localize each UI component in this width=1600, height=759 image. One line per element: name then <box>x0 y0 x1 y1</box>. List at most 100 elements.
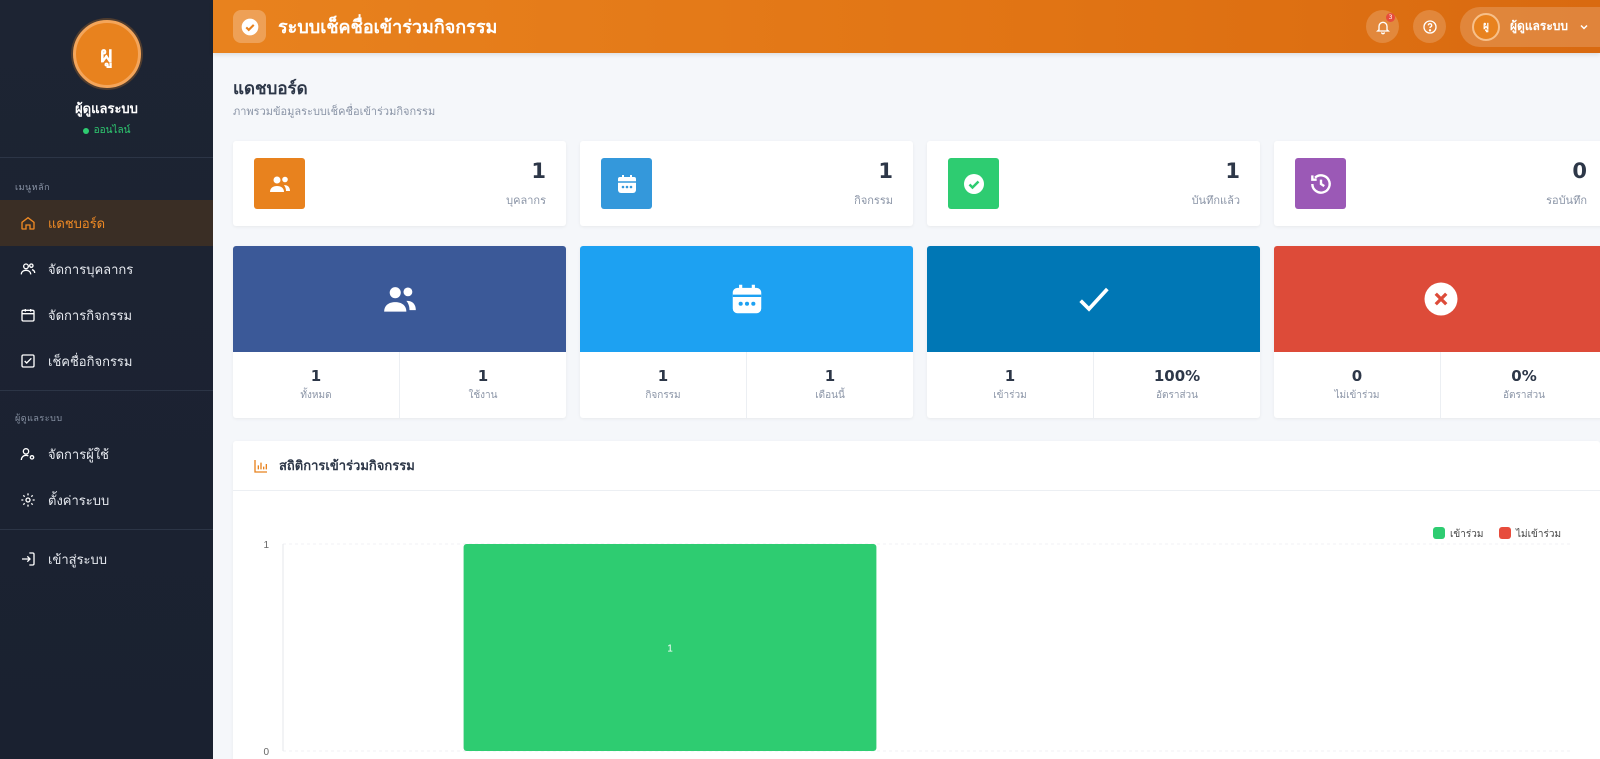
stat-label: บันทึกแล้ว <box>1191 194 1240 207</box>
login-icon <box>22 552 35 566</box>
stat-card-activities: 1 กิจกรรม <box>580 141 913 226</box>
sidebar-item-personnel[interactable]: จัดการบุคลากร <box>0 246 213 292</box>
section-label-admin: ผู้ดูแลระบบ <box>15 414 63 424</box>
user-cog-icon <box>20 448 35 461</box>
stat-value: 1 <box>824 367 836 385</box>
stat-card-personnel: 1 บุคลากร <box>233 141 566 226</box>
sidebar-item-login[interactable]: เข้าสู่ระบบ <box>0 536 213 582</box>
card-stats: 1 ทั้งหมด 1 ใช้งาน <box>233 352 566 418</box>
status-label: ออนไลน์ <box>93 125 131 136</box>
card-stats: 1 เข้าร่วม 100% อัตราส่วน <box>927 352 1260 418</box>
app-title: ระบบเช็คชื่อเข้าร่วมกิจกรรม <box>278 17 498 38</box>
sidebar-item-label: ตั้งค่าระบบ <box>48 493 110 509</box>
check-icon <box>1078 287 1109 312</box>
sidebar-item-users[interactable]: จัดการผู้ใช้ <box>0 431 213 477</box>
section-label-main: เมนูหลัก <box>15 183 51 193</box>
stat-label: กิจกรรม <box>854 194 893 207</box>
legend-label: เข้าร่วม <box>1450 528 1483 540</box>
card-stat-right: 100% อัตราส่วน <box>1093 352 1260 418</box>
stat-value: 0 <box>1351 367 1363 385</box>
sidebar-item-dashboard[interactable]: แดชบอร์ด <box>0 200 213 246</box>
user-name: ผู้ดูแลระบบ <box>1510 19 1569 33</box>
x-circle-icon <box>1424 282 1457 316</box>
sidebar-item-settings[interactable]: ตั้งค่าระบบ <box>0 477 213 523</box>
sidebar-item-label: จัดการบุคลากร <box>48 262 134 278</box>
stat-icon-box <box>948 158 999 209</box>
stat-value: 0 <box>1572 159 1587 183</box>
header-actions: 3 ผู ผู้ดูแลระบบ <box>1366 0 1600 53</box>
summary-card-attended: 1 เข้าร่วม 100% อัตราส่วน <box>927 246 1260 418</box>
card-stat-left: 1 กิจกรรม <box>580 352 746 418</box>
help-button[interactable] <box>1413 10 1446 43</box>
avatar: ผู <box>1472 12 1500 41</box>
users-icon <box>269 176 290 192</box>
sidebar-item-label: แดชบอร์ด <box>48 216 106 232</box>
sidebar-profile: ผู ผู้ดูแลระบบ ออนไลน์ <box>0 0 213 158</box>
stat-label: เดือนนี้ <box>815 390 845 401</box>
summary-card-absent: 0 ไม่เข้าร่วม 0% อัตราส่วน <box>1274 246 1600 418</box>
chevron-down-icon <box>1580 24 1588 30</box>
stat-icon-box <box>1295 158 1346 209</box>
stat-icon-box <box>254 158 305 209</box>
app-logo[interactable] <box>233 10 266 43</box>
stat-label: อัตราส่วน <box>1155 390 1199 401</box>
sidebar-item-label: จัดการกิจกรรม <box>48 308 133 324</box>
calendar-icon <box>617 174 636 193</box>
history-icon <box>1310 173 1331 194</box>
card-stat-left: 0 ไม่เข้าร่วม <box>1274 352 1440 418</box>
user-menu[interactable]: ผู ผู้ดูแลระบบ <box>1460 6 1600 47</box>
page-title: แดชบอร์ด <box>233 79 308 99</box>
users-icon <box>20 263 36 275</box>
sidebar-item-checkin[interactable]: เช็คชื่อกิจกรรม <box>0 338 213 384</box>
stat-value: 1 <box>878 159 893 183</box>
notifications-button[interactable]: 3 <box>1366 10 1399 43</box>
divider <box>0 390 213 391</box>
sidebar: ผู ผู้ดูแลระบบ ออนไลน์ เมนูหลัก แดชบอร์ด… <box>0 0 213 759</box>
check-circle-icon <box>963 173 984 194</box>
stat-label: กิจกรรม <box>645 390 681 401</box>
summary-card-activities: 1 กิจกรรม 1 เดือนนี้ <box>580 246 913 418</box>
stat-label: ทั้งหมด <box>300 390 332 401</box>
profile-status: ออนไลน์ <box>82 123 131 138</box>
sidebar-item-label: เช็คชื่อกิจกรรม <box>48 354 133 370</box>
legend-swatch <box>1433 527 1445 539</box>
stat-label: อัตราส่วน <box>1502 390 1546 401</box>
check-circle-icon <box>241 18 258 35</box>
chart-header: สถิติการเข้าร่วมกิจกรรม <box>233 441 1600 491</box>
profile-name: ผู้ดูแลระบบ <box>75 102 138 117</box>
page-subtitle: ภาพรวมข้อมูลระบบเช็คชื่อเข้าร่วมกิจกรรม <box>233 105 436 118</box>
stat-value: 1 <box>477 367 489 385</box>
data-label: 1 <box>667 644 673 655</box>
stat-card-pending: 0 รอบันทึก <box>1274 141 1600 226</box>
card-stat-right: 1 ใช้งาน <box>399 352 566 418</box>
main-content: แดชบอร์ด ภาพรวมข้อมูลระบบเช็คชื่อเข้าร่ว… <box>213 53 1600 759</box>
sidebar-item-label: เข้าสู่ระบบ <box>48 552 108 568</box>
stat-label: เข้าร่วม <box>993 390 1027 401</box>
stat-card-recorded: 1 บันทึกแล้ว <box>927 141 1260 226</box>
stat-label: ใช้งาน <box>468 390 498 401</box>
stat-label: ไม่เข้าร่วม <box>1334 390 1380 401</box>
sidebar-item-activities[interactable]: จัดการกิจกรรม <box>0 292 213 338</box>
card-stat-right: 1 เดือนนี้ <box>746 352 913 418</box>
y-tick-label: 1 <box>263 540 269 551</box>
y-tick-label: 0 <box>263 747 269 758</box>
card-banner <box>233 246 566 352</box>
card-stat-left: 1 ทั้งหมด <box>233 352 399 418</box>
chart-card: สถิติการเข้าร่วมกิจกรรม 1 0 1 เข้าร่วม ไม่เข… <box>233 441 1600 759</box>
checkbox-icon <box>21 354 35 368</box>
chart-title: สถิติการเข้าร่วมกิจกรรม <box>279 459 415 474</box>
card-banner <box>580 246 913 352</box>
stat-value: 1 <box>531 159 546 183</box>
stat-value: 1 <box>1225 159 1240 183</box>
avatar[interactable]: ผู <box>72 20 141 88</box>
summary-card-personnel: 1 ทั้งหมด 1 ใช้งาน <box>233 246 566 418</box>
calendar-icon <box>21 309 35 322</box>
card-stat-left: 1 เข้าร่วม <box>927 352 1093 418</box>
stat-icon-box <box>601 158 652 209</box>
home-icon <box>21 216 35 230</box>
legend-label: ไม่เข้าร่วม <box>1515 528 1561 540</box>
users-icon <box>383 287 416 312</box>
stat-value: 1 <box>657 367 669 385</box>
attendance-chart: 1 0 1 เข้าร่วม ไม่เข้าร่วม <box>263 527 1573 758</box>
gear-icon <box>21 493 35 507</box>
